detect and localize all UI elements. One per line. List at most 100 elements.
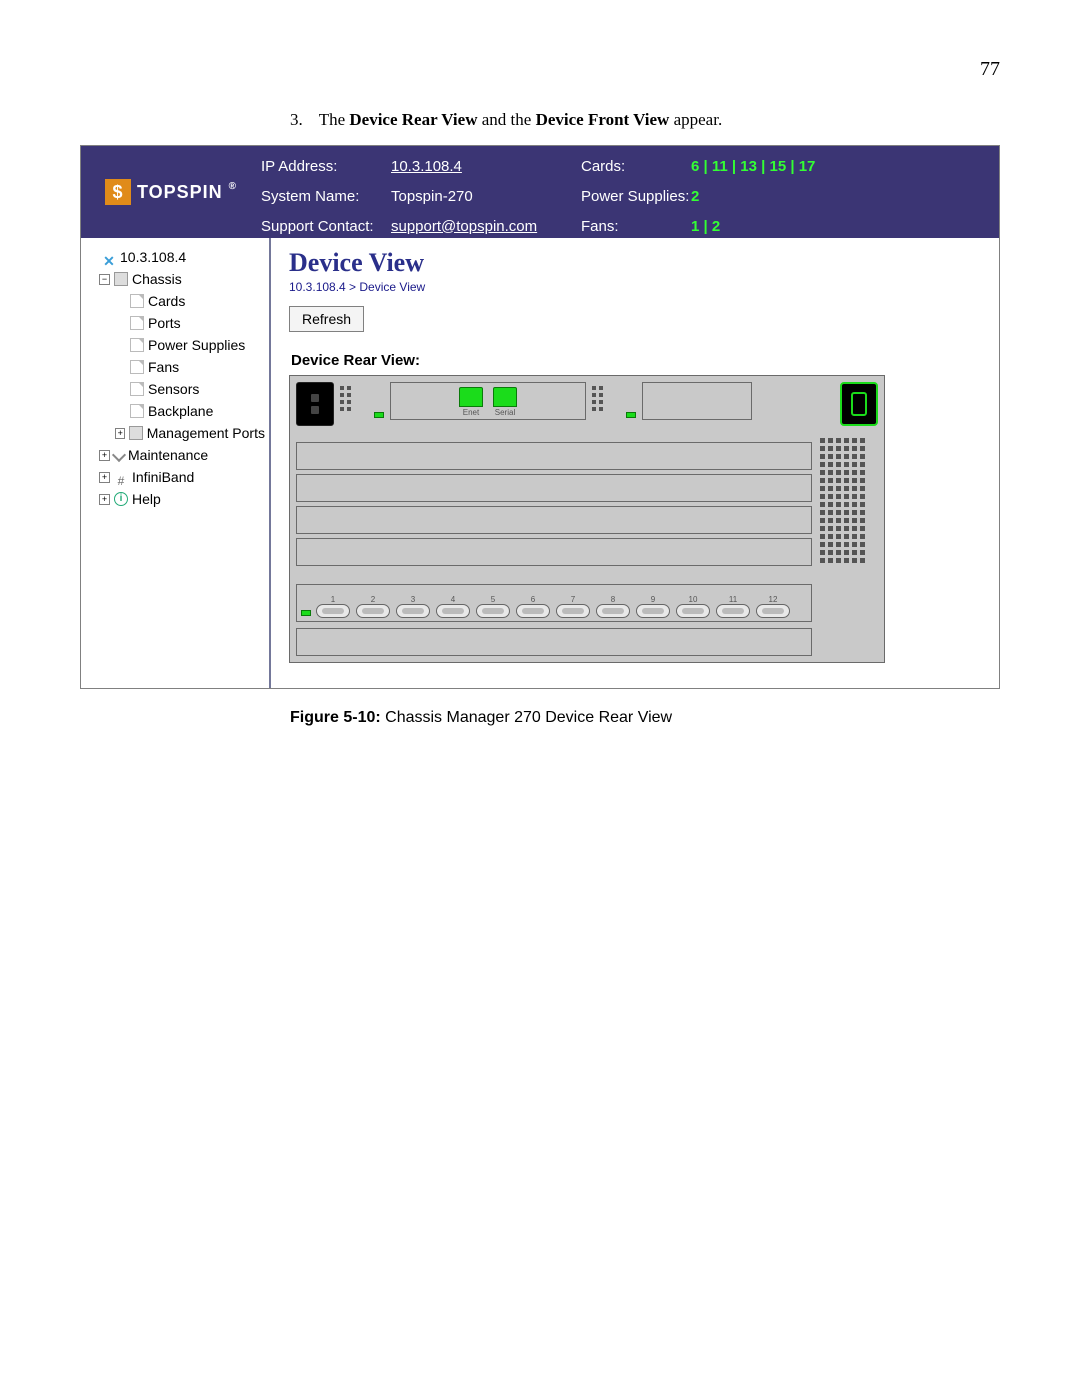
tree-backplane[interactable]: Backplane (87, 400, 265, 422)
blank-slot (642, 382, 752, 420)
expand-icon[interactable]: + (99, 472, 110, 483)
ib-port[interactable]: 11 (715, 595, 751, 618)
slot[interactable] (296, 474, 812, 502)
vent-holes (592, 382, 620, 411)
refresh-button[interactable]: Refresh (289, 306, 364, 332)
ib-port[interactable]: 6 (515, 595, 551, 618)
tree-ports[interactable]: Ports (87, 312, 265, 334)
port-number: 8 (611, 595, 615, 604)
ib-port[interactable]: 10 (675, 595, 711, 618)
power-module[interactable] (840, 382, 878, 426)
psu-value[interactable]: 2 (691, 188, 911, 205)
status-led (626, 412, 636, 418)
brand-mark-icon: $ (105, 179, 131, 205)
page-icon (130, 338, 144, 352)
step-line: 3. The Device Rear View and the Device F… (290, 110, 1000, 130)
psu-module[interactable] (296, 382, 334, 426)
figure-caption: Figure 5-10: Chassis Manager 270 Device … (290, 709, 1000, 727)
ip-label: IP Address: (261, 158, 391, 175)
step-text-3: appear. (674, 110, 723, 129)
brand-text: TOPSPIN (137, 182, 223, 203)
tree-item-label: InfiniBand (132, 466, 194, 488)
ports-icon (129, 426, 142, 440)
ib-port[interactable]: 1 (315, 595, 351, 618)
tree-power-supplies[interactable]: Power Supplies (87, 334, 265, 356)
ethernet-port-icon[interactable] (459, 387, 483, 407)
slot[interactable] (296, 506, 812, 534)
tree-help[interactable]: +iHelp (87, 488, 265, 510)
tree-chassis[interactable]: − Chassis (87, 268, 265, 290)
port-number: 6 (531, 595, 535, 604)
ib-port[interactable]: 9 (635, 595, 671, 618)
page-icon (130, 404, 144, 418)
nav-tree: ✕10.3.108.4 − Chassis Cards Ports Power S… (81, 238, 271, 688)
tree-item-label: Power Supplies (148, 334, 245, 356)
device-top-row: Enet Serial (296, 382, 878, 434)
serial-port-icon[interactable] (493, 387, 517, 407)
breadcrumb[interactable]: 10.3.108.4 > Device View (289, 280, 985, 294)
sysname-label: System Name: (261, 188, 391, 205)
slot[interactable] (296, 442, 812, 470)
tree-item-label: Backplane (148, 400, 213, 422)
tree-chassis-label: Chassis (132, 268, 182, 290)
support-value[interactable]: support@topspin.com (391, 218, 581, 235)
app-body: ✕10.3.108.4 − Chassis Cards Ports Power S… (81, 238, 999, 688)
port-number: 7 (571, 595, 575, 604)
collapse-icon[interactable]: − (99, 274, 110, 285)
management-card[interactable]: Enet Serial (390, 382, 586, 420)
wrench-icon (112, 448, 126, 462)
page-icon (130, 382, 144, 396)
bottom-slot[interactable] (296, 628, 812, 656)
side-vent-holes (820, 438, 876, 678)
page-icon (130, 294, 144, 308)
step-text-1: The (319, 110, 350, 129)
tree-cards[interactable]: Cards (87, 290, 265, 312)
page-icon (130, 316, 144, 330)
port-number: 1 (331, 595, 335, 604)
port-number: 12 (769, 595, 778, 604)
slot[interactable] (296, 538, 812, 566)
connector-icon (556, 604, 590, 618)
port-number: 5 (491, 595, 495, 604)
connector-icon (356, 604, 390, 618)
tree-fans[interactable]: Fans (87, 356, 265, 378)
vent-holes (340, 382, 368, 411)
psu-label: Power Supplies: (581, 188, 691, 205)
port-number: 3 (411, 595, 415, 604)
expand-icon[interactable]: + (99, 450, 110, 461)
tree-sensors[interactable]: Sensors (87, 378, 265, 400)
tree-item-label: Management Ports (147, 422, 265, 444)
page-number: 77 (980, 58, 1000, 81)
ib-port[interactable]: 7 (555, 595, 591, 618)
tree-item-label: Ports (148, 312, 181, 334)
tree-maintenance[interactable]: + Maintenance (87, 444, 265, 466)
ib-port[interactable]: 2 (355, 595, 391, 618)
port-row: 1 2 3 4 5 6 7 8 9 10 11 12 (296, 584, 812, 622)
main-content: Device View 10.3.108.4 > Device View Ref… (271, 238, 999, 688)
expand-icon[interactable]: + (115, 428, 125, 439)
ib-port[interactable]: 3 (395, 595, 431, 618)
connector-icon (716, 604, 750, 618)
banner-info-grid: IP Address: 10.3.108.4 Cards: 6 | 11 | 1… (261, 146, 999, 238)
port-number: 2 (371, 595, 375, 604)
ib-port[interactable]: 4 (435, 595, 471, 618)
tree-mgmt-ports[interactable]: + Management Ports (87, 422, 265, 444)
port-number: 10 (689, 595, 698, 604)
fans-value[interactable]: 1 | 2 (691, 218, 911, 235)
connector-icon (476, 604, 510, 618)
ib-port[interactable]: 8 (595, 595, 631, 618)
cards-value[interactable]: 6 | 11 | 13 | 15 | 17 (691, 158, 911, 175)
tree-root[interactable]: ✕10.3.108.4 (87, 246, 265, 268)
connector-icon (316, 604, 350, 618)
connector-icon (396, 604, 430, 618)
ib-port[interactable]: 5 (475, 595, 511, 618)
tree-infiniband[interactable]: +#InfiniBand (87, 466, 265, 488)
ib-port[interactable]: 12 (755, 595, 791, 618)
connector-icon (596, 604, 630, 618)
brand-area: $ TOPSPIN® (81, 146, 261, 238)
ip-value[interactable]: 10.3.108.4 (391, 158, 581, 175)
caption-text: Chassis Manager 270 Device Rear View (385, 709, 672, 726)
step-number: 3. (290, 110, 303, 129)
tree-item-label: Maintenance (128, 444, 208, 466)
expand-icon[interactable]: + (99, 494, 110, 505)
